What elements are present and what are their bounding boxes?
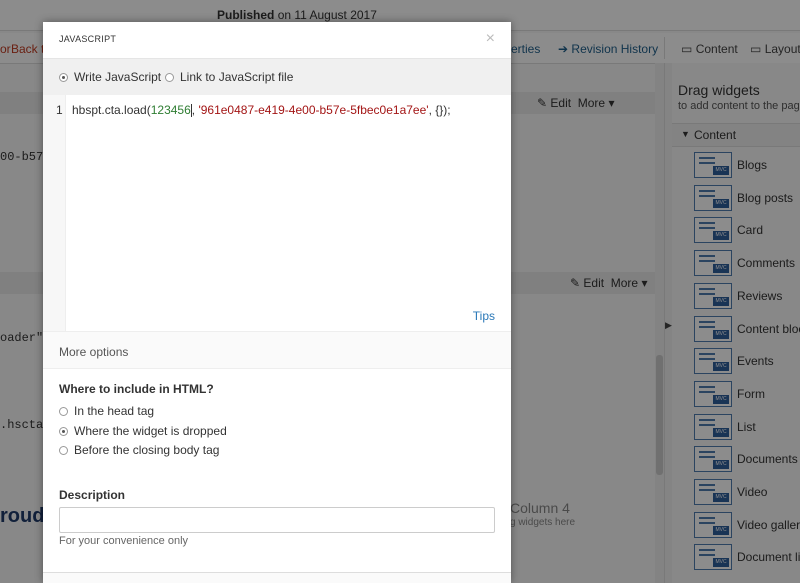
line-gutter: 1 xyxy=(43,95,66,331)
javascript-modal: JAVASCRIPT × Write JavaScript Link to Ja… xyxy=(43,22,511,583)
more-options-label: More options xyxy=(59,345,129,359)
include-option-radio[interactable] xyxy=(59,446,68,455)
more-options-toggle[interactable]: More options xyxy=(43,331,511,369)
write-js-radio[interactable] xyxy=(59,73,68,82)
code-editor[interactable]: 1 hbspt.cta.load(123456, '961e0487-e419-… xyxy=(43,95,511,331)
include-option-label[interactable]: In the head tag xyxy=(74,404,154,418)
source-type-bar: Write JavaScript Link to JavaScript file xyxy=(43,59,511,95)
include-option-radio[interactable] xyxy=(59,407,68,416)
description-input[interactable] xyxy=(59,507,495,533)
include-location-heading: Where to include in HTML? xyxy=(59,382,214,396)
link-js-radio[interactable] xyxy=(165,73,174,82)
description-heading: Description xyxy=(59,488,126,502)
code-suffix: , {}); xyxy=(428,103,451,117)
modal-title: JAVASCRIPT xyxy=(59,34,117,44)
line-number: 1 xyxy=(56,103,63,117)
code-call: hbspt.cta.load( xyxy=(72,103,151,117)
include-option-label[interactable]: Before the closing body tag xyxy=(74,443,219,457)
write-js-label[interactable]: Write JavaScript xyxy=(74,70,161,84)
close-icon[interactable]: × xyxy=(486,30,495,48)
include-option-label[interactable]: Where the widget is dropped xyxy=(74,424,227,438)
tips-link[interactable]: Tips xyxy=(473,309,495,323)
code-number: 123456 xyxy=(150,103,191,117)
code-string: '961e0487-e419-4e00-b57e-5fbec0e1a7ee' xyxy=(198,103,429,117)
modal-footer xyxy=(43,572,511,583)
description-help: For your convenience only xyxy=(59,535,189,547)
code-line[interactable]: hbspt.cta.load(123456, '961e0487-e419-4e… xyxy=(72,103,451,118)
link-js-label[interactable]: Link to JavaScript file xyxy=(180,70,293,84)
modal-header: JAVASCRIPT × xyxy=(43,22,511,59)
include-option-radio[interactable] xyxy=(59,426,68,436)
